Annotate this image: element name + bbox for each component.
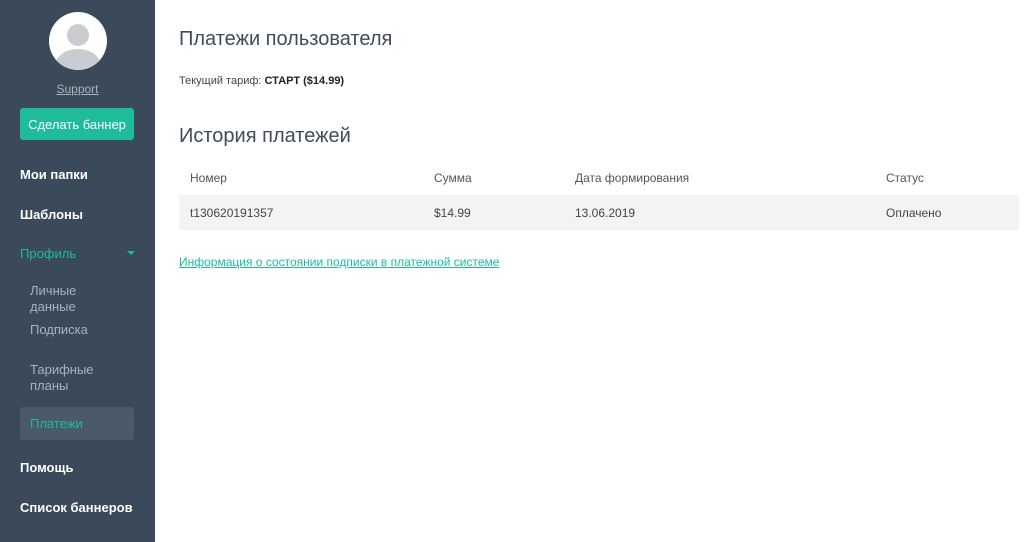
main-content: Платежи пользователя Текущий тариф: СТАР… bbox=[155, 0, 1024, 542]
column-header-status: Статус bbox=[886, 171, 924, 185]
avatar-body-shape bbox=[55, 49, 100, 70]
column-header-number: Номер bbox=[190, 171, 227, 185]
page-title: Платежи пользователя bbox=[179, 28, 393, 50]
caret-down-icon bbox=[127, 251, 135, 255]
table-row: t130620191357 $14.99 13.06.2019 Оплачено bbox=[179, 195, 1019, 230]
sub-item-personal[interactable]: Личные данные bbox=[20, 283, 134, 315]
cell-date: 13.06.2019 bbox=[564, 195, 875, 230]
cell-number: t130620191357 bbox=[179, 195, 423, 230]
avatar[interactable] bbox=[48, 12, 107, 70]
payments-table: Номер Сумма Дата формирования Статус t13… bbox=[179, 161, 1019, 230]
current-tariff: Текущий тариф: СТАРТ ($14.99) bbox=[179, 75, 344, 87]
nav-item-banner-list[interactable]: Список баннеров bbox=[20, 500, 133, 515]
subscription-status-link[interactable]: Информация о состоянии подписки в платеж… bbox=[179, 255, 499, 269]
sub-item-tariffs[interactable]: Тарифные планы bbox=[20, 362, 110, 394]
make-banner-button[interactable]: Сделать баннер bbox=[20, 108, 134, 140]
cell-amount: $14.99 bbox=[423, 195, 564, 230]
column-header-date: Дата формирования bbox=[575, 171, 690, 185]
cell-status: Оплачено bbox=[875, 195, 1019, 230]
tariff-label: Текущий тариф: bbox=[179, 75, 262, 87]
nav-item-profile[interactable]: Профиль bbox=[20, 246, 135, 261]
column-header-amount: Сумма bbox=[434, 171, 472, 185]
username-link[interactable]: Support bbox=[20, 82, 135, 96]
sub-item-subscription[interactable]: Подписка bbox=[20, 322, 134, 338]
sidebar: Support Сделать баннер Мои папки Шаблоны… bbox=[0, 0, 155, 542]
table-header-row: Номер Сумма Дата формирования Статус bbox=[179, 161, 1019, 195]
history-title: История платежей bbox=[179, 125, 351, 147]
tariff-value: СТАРТ ($14.99) bbox=[264, 75, 345, 87]
nav-item-profile-label: Профиль bbox=[20, 246, 77, 261]
nav-item-templates[interactable]: Шаблоны bbox=[20, 207, 83, 222]
sub-item-payments[interactable]: Платежи bbox=[20, 407, 134, 440]
nav-item-help[interactable]: Помощь bbox=[20, 460, 73, 475]
avatar-head-shape bbox=[66, 24, 89, 46]
nav-item-folders[interactable]: Мои папки bbox=[20, 167, 88, 182]
